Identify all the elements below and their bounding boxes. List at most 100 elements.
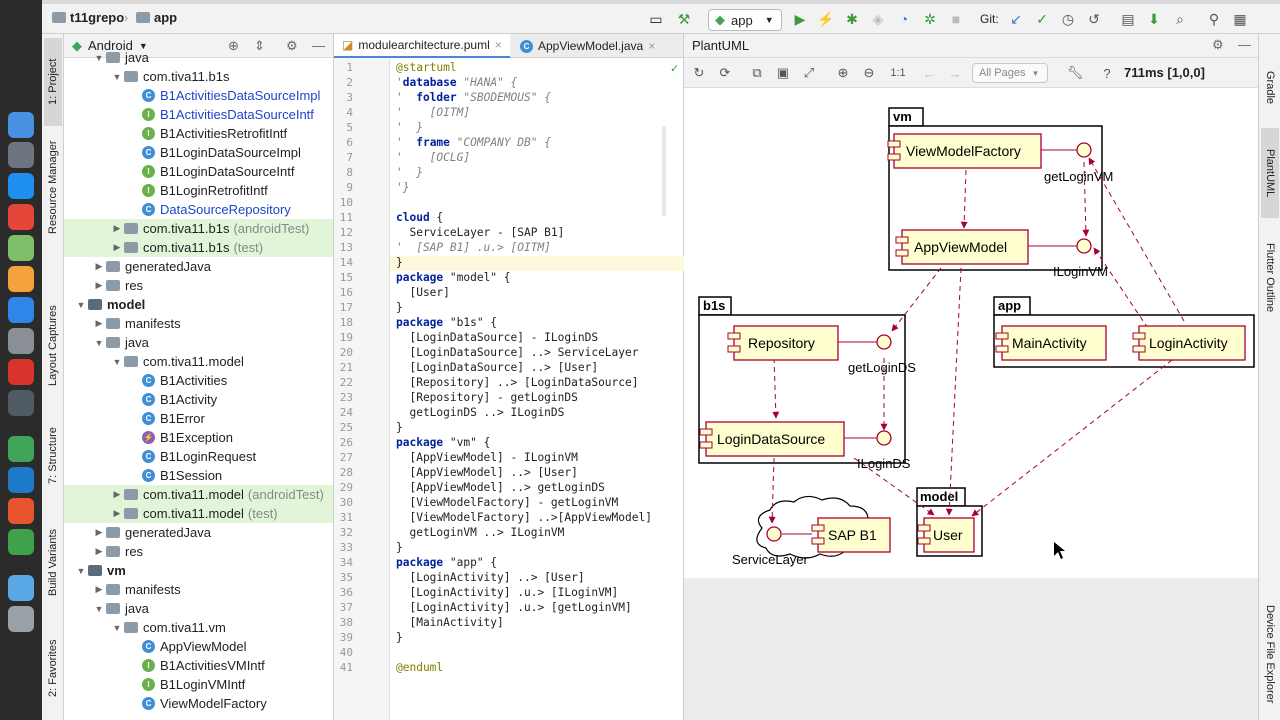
interface-getloginvm[interactable] [1076,142,1092,158]
code-line[interactable]: [LoginActivity] .u.> [ILoginVM] [396,585,618,600]
screen-record-icon[interactable] [8,359,34,385]
tree-item[interactable]: ▼ java [64,599,333,618]
run-icon[interactable]: ▶ [790,9,810,29]
component-mainactivity[interactable]: MainActivity [995,325,1107,361]
tree-item[interactable]: C ViewModelFactory [64,694,333,713]
system-preferences-icon[interactable] [8,328,34,354]
tree-item[interactable]: I B1ActivitiesVMIntf [64,656,333,675]
close-icon[interactable]: × [648,39,655,53]
code-line[interactable]: ServiceLayer - [SAP B1] [396,225,564,240]
tab-project[interactable]: 1: Project [44,38,62,126]
code-line[interactable]: [LoginActivity] ..> [User] [396,570,584,585]
component-user[interactable]: User [917,517,975,553]
code-line[interactable]: [ViewModelFactory] - getLoginVM [396,495,618,510]
breadcrumb-module[interactable]: app [136,10,177,25]
chevron-right-icon[interactable]: ▶ [92,261,106,272]
wrench-icon[interactable]: 🔧︎ [1066,64,1084,82]
tree-item[interactable]: ▶ com.tiva11.b1s (androidTest) [64,219,333,238]
tree-item[interactable]: C B1LoginDataSourceImpl [64,143,333,162]
tree-item[interactable]: C B1Session [64,466,333,485]
launchpad-icon[interactable] [8,142,34,168]
code-line[interactable]: package "app" { [396,555,497,570]
tree-item[interactable]: C B1Error [64,409,333,428]
stop-icon[interactable]: ■ [946,9,966,29]
zoom-actual-button[interactable]: 1:1 [886,64,910,82]
code-line[interactable]: getLoginDS ..> ILoginDS [396,405,564,420]
tree-item[interactable]: ▶ generatedJava [64,257,333,276]
code-line[interactable]: @enduml [396,660,443,675]
chevron-down-icon[interactable]: ▼ [110,72,124,82]
tab-plantuml[interactable]: PlantUML [1261,128,1279,218]
chevron-right-icon[interactable]: ▶ [110,223,124,234]
refresh-icon[interactable]: ↻ [690,64,708,82]
copy-icon[interactable]: ⧉ [748,64,766,82]
run-config-select[interactable]: ◆ app ▼ [708,9,782,31]
build-hammer-icon[interactable]: ⚒ [674,9,694,29]
chevron-down-icon[interactable]: ▼ [92,338,106,348]
tab-structure[interactable]: 7: Structure [44,414,62,498]
code-line[interactable]: [Repository] - getLoginDS [396,390,577,405]
search-icon[interactable]: ⚲ [1204,9,1224,29]
sdk-manager-icon[interactable]: ⬇ [1144,9,1164,29]
tab-modulearchitecture-puml[interactable]: ◪ modulearchitecture.puml × [334,34,510,58]
external-icon[interactable]: ⤢ [800,64,818,82]
project-structure-icon[interactable]: ▦ [1230,9,1250,29]
reload-icon[interactable]: ⟳ [716,64,734,82]
tree-item[interactable]: ▶ res [64,276,333,295]
chevron-down-icon[interactable]: ▼ [110,357,124,367]
appstore-icon[interactable] [8,297,34,323]
code-line[interactable]: [MainActivity] [396,615,503,630]
chevron-down-icon[interactable]: ▼ [110,623,124,633]
code-line[interactable]: package "model" { [396,270,511,285]
tab-flutter-outline[interactable]: Flutter Outline [1261,228,1279,328]
component-logindatasource[interactable]: LoginDataSource [699,421,845,457]
tree-item[interactable]: ▶ com.tiva11.model (test) [64,504,333,523]
chevron-right-icon[interactable]: ▶ [92,280,106,291]
save-icon[interactable]: ▣ [774,64,792,82]
code-line[interactable]: ' [OCLG] [396,150,470,165]
debug-icon[interactable]: ✱ [842,9,862,29]
compass-icon[interactable] [8,498,34,524]
minimize-icon[interactable]: — [1238,37,1251,52]
chevron-right-icon[interactable]: ▶ [92,527,106,538]
tree-item[interactable]: ▶ manifests [64,314,333,333]
profile-icon[interactable]: ◔ [894,9,914,29]
apply-changes-icon[interactable]: ⚡ [816,9,836,29]
chevron-right-icon[interactable]: ▶ [110,489,124,500]
tab-build-variants[interactable]: Build Variants [44,516,62,608]
code-line[interactable]: [AppViewModel] ..> getLoginDS [396,480,604,495]
trash-icon[interactable] [8,606,34,632]
tree-item[interactable]: C AppViewModel [64,637,333,656]
maps-icon[interactable] [8,235,34,261]
code-line[interactable]: [AppViewModel] - ILoginVM [396,450,577,465]
close-icon[interactable]: × [495,38,502,52]
prev-page-icon[interactable]: ← [920,64,938,82]
chevron-right-icon[interactable]: ▶ [110,508,124,519]
code-line[interactable]: [LoginDataSource] ..> [User] [396,360,598,375]
chevron-down-icon[interactable]: ▼ [92,604,106,614]
code-line[interactable]: } [396,255,403,270]
pages-select[interactable]: All Pages ▼ [972,63,1048,83]
tree-item[interactable]: I B1ActivitiesDataSourceIntf [64,105,333,124]
tree-item[interactable]: C B1ActivitiesDataSourceImpl [64,86,333,105]
android-studio-icon[interactable] [8,436,34,462]
tree-item[interactable]: ⚡ B1Exception [64,428,333,447]
next-page-icon[interactable]: → [946,64,964,82]
tree-item[interactable]: ▶ com.tiva11.b1s (test) [64,238,333,257]
tree-item[interactable]: ▼ vm [64,561,333,580]
code-line[interactable]: } [396,300,403,315]
component-appviewmodel[interactable]: AppViewModel [895,229,1029,265]
chevron-right-icon[interactable]: ▶ [92,584,106,595]
tree-item[interactable]: C B1Activity [64,390,333,409]
network-icon[interactable] [8,390,34,416]
chevron-down-icon[interactable]: ▼ [92,53,106,63]
git-update-icon[interactable]: ↙ [1006,9,1026,29]
tab-appviewmodel-java[interactable]: C AppViewModel.java × [512,34,664,58]
code-line[interactable]: [LoginDataSource] - ILoginDS [396,330,598,345]
coverage-icon[interactable]: ◈ [868,9,888,29]
breadcrumb-repo[interactable]: t11grepo [52,10,124,25]
code-line[interactable]: ' } [396,165,423,180]
code-line[interactable]: 'database "HANA" { [396,75,517,90]
tree-item[interactable]: ▶ com.tiva11.model (androidTest) [64,485,333,504]
device-manager-icon[interactable]: ▭ [646,9,666,29]
